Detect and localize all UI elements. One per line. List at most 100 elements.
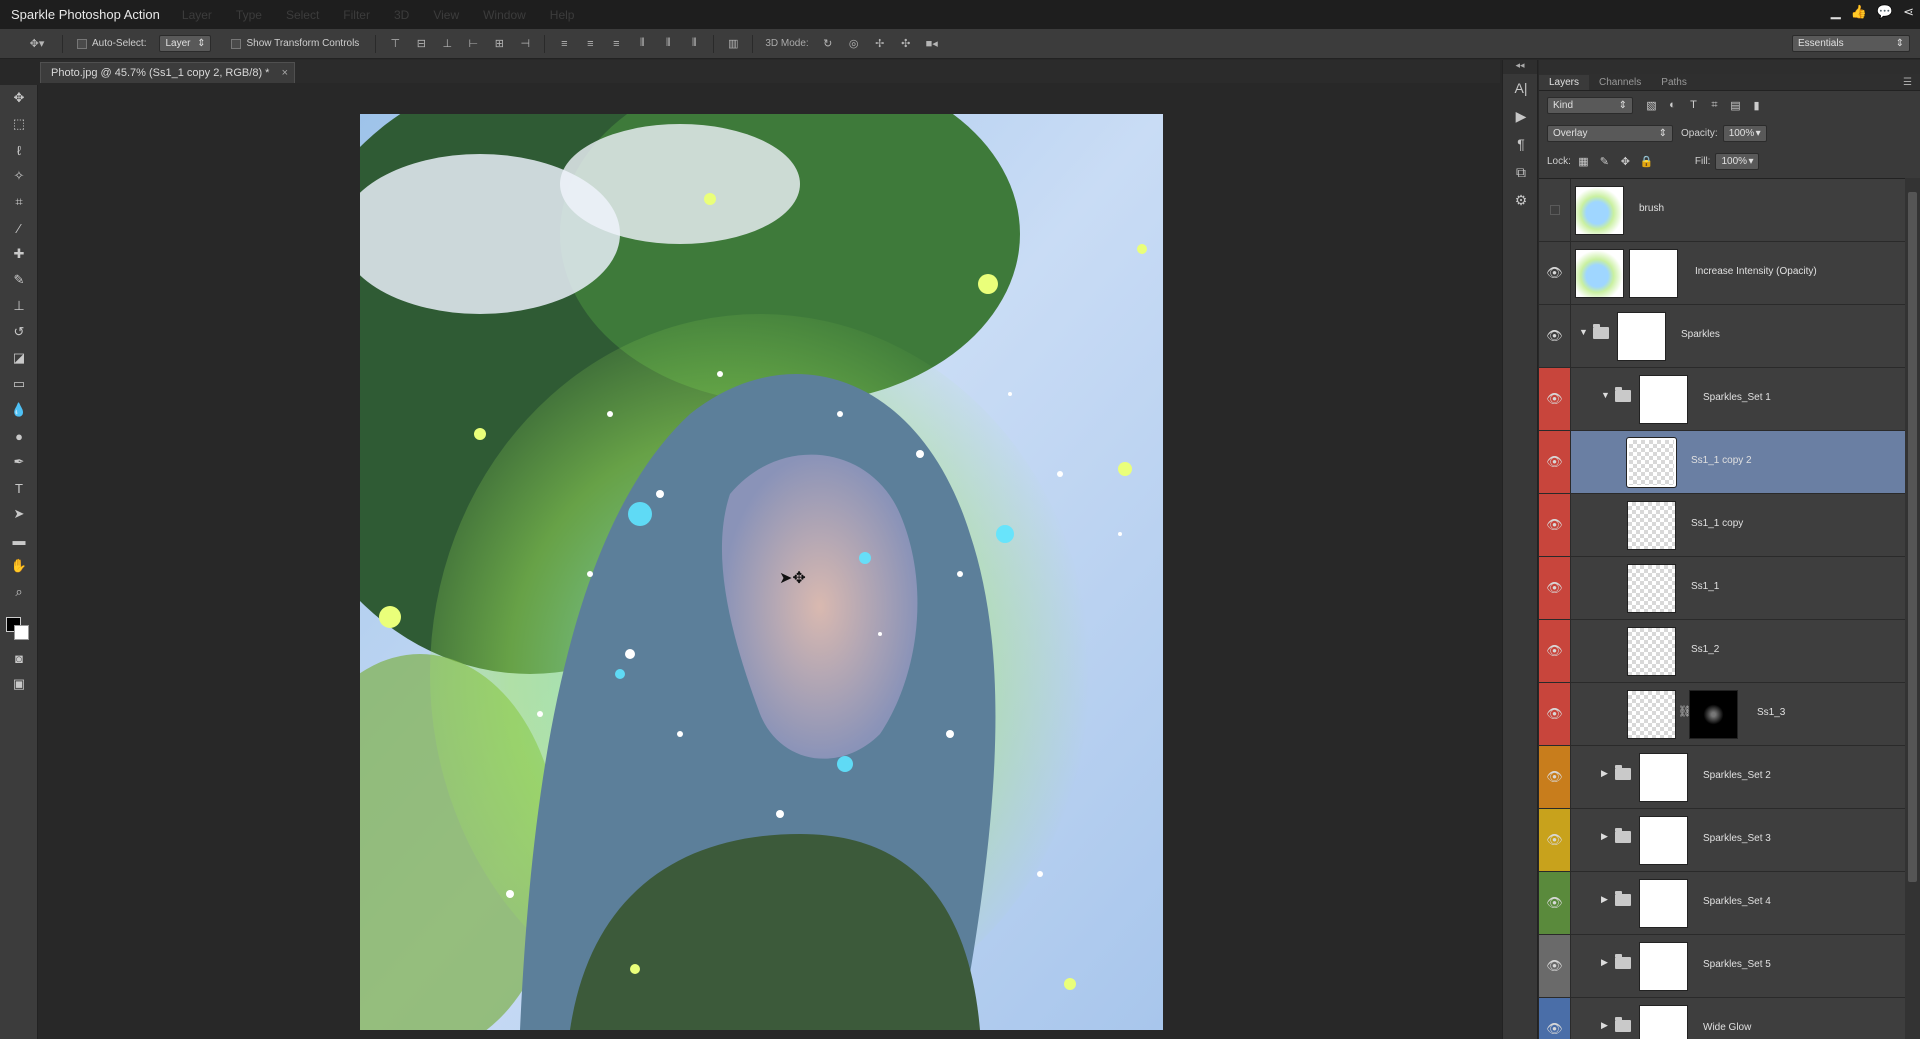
filter-toggle-icon[interactable]: ▮: [1748, 97, 1765, 114]
rectangle-tool-icon[interactable]: ▬: [0, 527, 38, 553]
eye-icon[interactable]: 👁: [1546, 328, 1563, 344]
auto-align-icon[interactable]: ▥: [724, 35, 742, 53]
layer-row[interactable]: brush: [1539, 179, 1905, 242]
fill-input[interactable]: 100% ▾: [1715, 152, 1760, 170]
distribute-left-icon[interactable]: ⦀: [633, 35, 651, 53]
color-swatches[interactable]: [0, 605, 38, 645]
minimize-icon[interactable]: ▁: [1831, 4, 1841, 20]
layer-row[interactable]: 👁 Ss1_2: [1539, 620, 1905, 683]
lock-position-icon[interactable]: ✥: [1617, 153, 1634, 170]
distribute-top-icon[interactable]: ≡: [555, 35, 573, 53]
align-bottom-icon[interactable]: ⊥: [438, 35, 456, 53]
auto-select-dropdown[interactable]: Layer ⇕: [159, 35, 212, 52]
move-tool-icon[interactable]: ✥: [0, 85, 38, 111]
filter-adjustment-icon[interactable]: ◐: [1664, 97, 1681, 114]
tab-paths[interactable]: Paths: [1651, 75, 1697, 90]
document-tab[interactable]: Photo.jpg @ 45.7% (Ss1_1 copy 2, RGB/8) …: [40, 62, 295, 83]
layer-visibility-toggle[interactable]: 👁: [1539, 242, 1571, 304]
zoom-tool-icon[interactable]: ⌕: [0, 579, 38, 605]
close-icon[interactable]: ×: [282, 67, 288, 79]
character-panel-icon[interactable]: A|: [1503, 74, 1539, 102]
layer-name[interactable]: brush: [1639, 203, 1664, 214]
layer-name[interactable]: Ss1_2: [1691, 644, 1719, 655]
visibility-empty-box[interactable]: [1549, 205, 1560, 215]
layer-row[interactable]: 👁 ▶ Sparkles_Set 3: [1539, 809, 1905, 872]
layer-row[interactable]: 👁 Ss1_1 copy: [1539, 494, 1905, 557]
expand-open-icon[interactable]: ▼: [1579, 327, 1588, 337]
eyedropper-tool-icon[interactable]: ⁄: [0, 215, 38, 241]
menu-window[interactable]: Window: [483, 8, 526, 22]
layer-visibility-toggle[interactable]: [1539, 179, 1571, 241]
menu-type[interactable]: Type: [236, 8, 262, 22]
eraser-tool-icon[interactable]: ◪: [0, 345, 38, 371]
layer-row[interactable]: 👁 Increase Intensity (Opacity): [1539, 242, 1905, 305]
show-transform-checkbox[interactable]: [231, 38, 242, 49]
healing-brush-tool-icon[interactable]: ✚: [0, 241, 38, 267]
layer-row[interactable]: 👁 Ss1_1 copy 2: [1539, 431, 1905, 494]
expand-closed-icon[interactable]: ▶: [1601, 957, 1608, 968]
collapse-arrows-icon[interactable]: ◂◂: [1503, 60, 1537, 74]
pen-tool-icon[interactable]: ✒: [0, 449, 38, 475]
layer-list-scrollbar[interactable]: [1905, 178, 1920, 1039]
layer-name[interactable]: Sparkles_Set 2: [1703, 770, 1771, 781]
expand-closed-icon[interactable]: ▶: [1601, 1020, 1608, 1031]
distribute-right-icon[interactable]: ⦀: [685, 35, 703, 53]
blend-mode-dropdown[interactable]: Overlay ⇕: [1547, 124, 1673, 142]
crop-tool-icon[interactable]: ⌗: [0, 189, 38, 215]
gradient-tool-icon[interactable]: ▭: [0, 371, 38, 397]
layer-row[interactable]: 👁 ▶ Sparkles_Set 2: [1539, 746, 1905, 809]
eye-icon[interactable]: 👁: [1546, 769, 1563, 785]
menu-help[interactable]: Help: [550, 8, 575, 22]
3d-pan-icon[interactable]: ✢: [871, 35, 889, 53]
filter-shape-icon[interactable]: ⌗: [1706, 97, 1723, 114]
layer-row[interactable]: 👁 Ss1_1: [1539, 557, 1905, 620]
layer-name[interactable]: Sparkles: [1681, 329, 1720, 340]
distribute-hcenter-icon[interactable]: ⦀: [659, 35, 677, 53]
eye-icon[interactable]: 👁: [1546, 895, 1563, 911]
layer-visibility-toggle[interactable]: 👁: [1539, 872, 1571, 934]
marquee-tool-icon[interactable]: ⬚: [0, 111, 38, 137]
layer-name[interactable]: Ss1_1: [1691, 581, 1719, 592]
expand-closed-icon[interactable]: ▶: [1601, 768, 1608, 779]
layer-name[interactable]: Sparkles_Set 3: [1703, 833, 1771, 844]
actions-panel-icon[interactable]: ▶: [1503, 102, 1539, 130]
brush-tool-icon[interactable]: ✎: [0, 267, 38, 293]
filter-type-icon[interactable]: T: [1685, 97, 1702, 114]
eye-icon[interactable]: 👁: [1546, 454, 1563, 470]
layer-name[interactable]: Ss1_1 copy: [1691, 518, 1743, 529]
align-left-icon[interactable]: ⊢: [464, 35, 482, 53]
distribute-vcenter-icon[interactable]: ≡: [581, 35, 599, 53]
layer-row[interactable]: 👁 ▶ Sparkles_Set 4: [1539, 872, 1905, 935]
layer-visibility-toggle[interactable]: 👁: [1539, 746, 1571, 808]
layer-visibility-toggle[interactable]: 👁: [1539, 935, 1571, 997]
magic-wand-tool-icon[interactable]: ✧: [0, 163, 38, 189]
share-icon[interactable]: ⋖: [1903, 4, 1914, 20]
screen-mode-icon[interactable]: ▣: [0, 671, 38, 697]
layer-visibility-toggle[interactable]: 👁: [1539, 557, 1571, 619]
workspace-dropdown[interactable]: Essentials ⇕: [1792, 35, 1910, 52]
eye-icon[interactable]: 👁: [1546, 391, 1563, 407]
scrollbar-thumb[interactable]: [1908, 192, 1917, 882]
layer-name[interactable]: Sparkles_Set 5: [1703, 959, 1771, 970]
layer-visibility-toggle[interactable]: 👁: [1539, 368, 1571, 430]
panel-menu-icon[interactable]: ☰: [1895, 75, 1920, 90]
layer-name[interactable]: Sparkles_Set 1: [1703, 392, 1771, 403]
eye-icon[interactable]: 👁: [1546, 265, 1563, 281]
background-color[interactable]: [14, 625, 29, 640]
3d-slide-icon[interactable]: ✣: [897, 35, 915, 53]
align-hcenter-icon[interactable]: ⊞: [490, 35, 508, 53]
canvas-area[interactable]: ➤✥: [39, 83, 1501, 1039]
eye-icon[interactable]: 👁: [1546, 1021, 1563, 1037]
comment-icon[interactable]: 💬: [1877, 4, 1893, 20]
photo-canvas[interactable]: [360, 114, 1163, 1030]
clone-stamp-tool-icon[interactable]: ⊥: [0, 293, 38, 319]
eye-icon[interactable]: 👁: [1546, 706, 1563, 722]
lock-transparent-icon[interactable]: ▦: [1575, 153, 1592, 170]
align-vcenter-icon[interactable]: ⊟: [412, 35, 430, 53]
auto-select-checkbox[interactable]: [77, 38, 87, 49]
blur-tool-icon[interactable]: 💧: [0, 397, 38, 423]
eye-icon[interactable]: 👁: [1546, 643, 1563, 659]
dodge-tool-icon[interactable]: ●: [0, 423, 38, 449]
menu-layer[interactable]: Layer: [182, 8, 212, 22]
layer-row[interactable]: 👁 ⛓ Ss1_3: [1539, 683, 1905, 746]
